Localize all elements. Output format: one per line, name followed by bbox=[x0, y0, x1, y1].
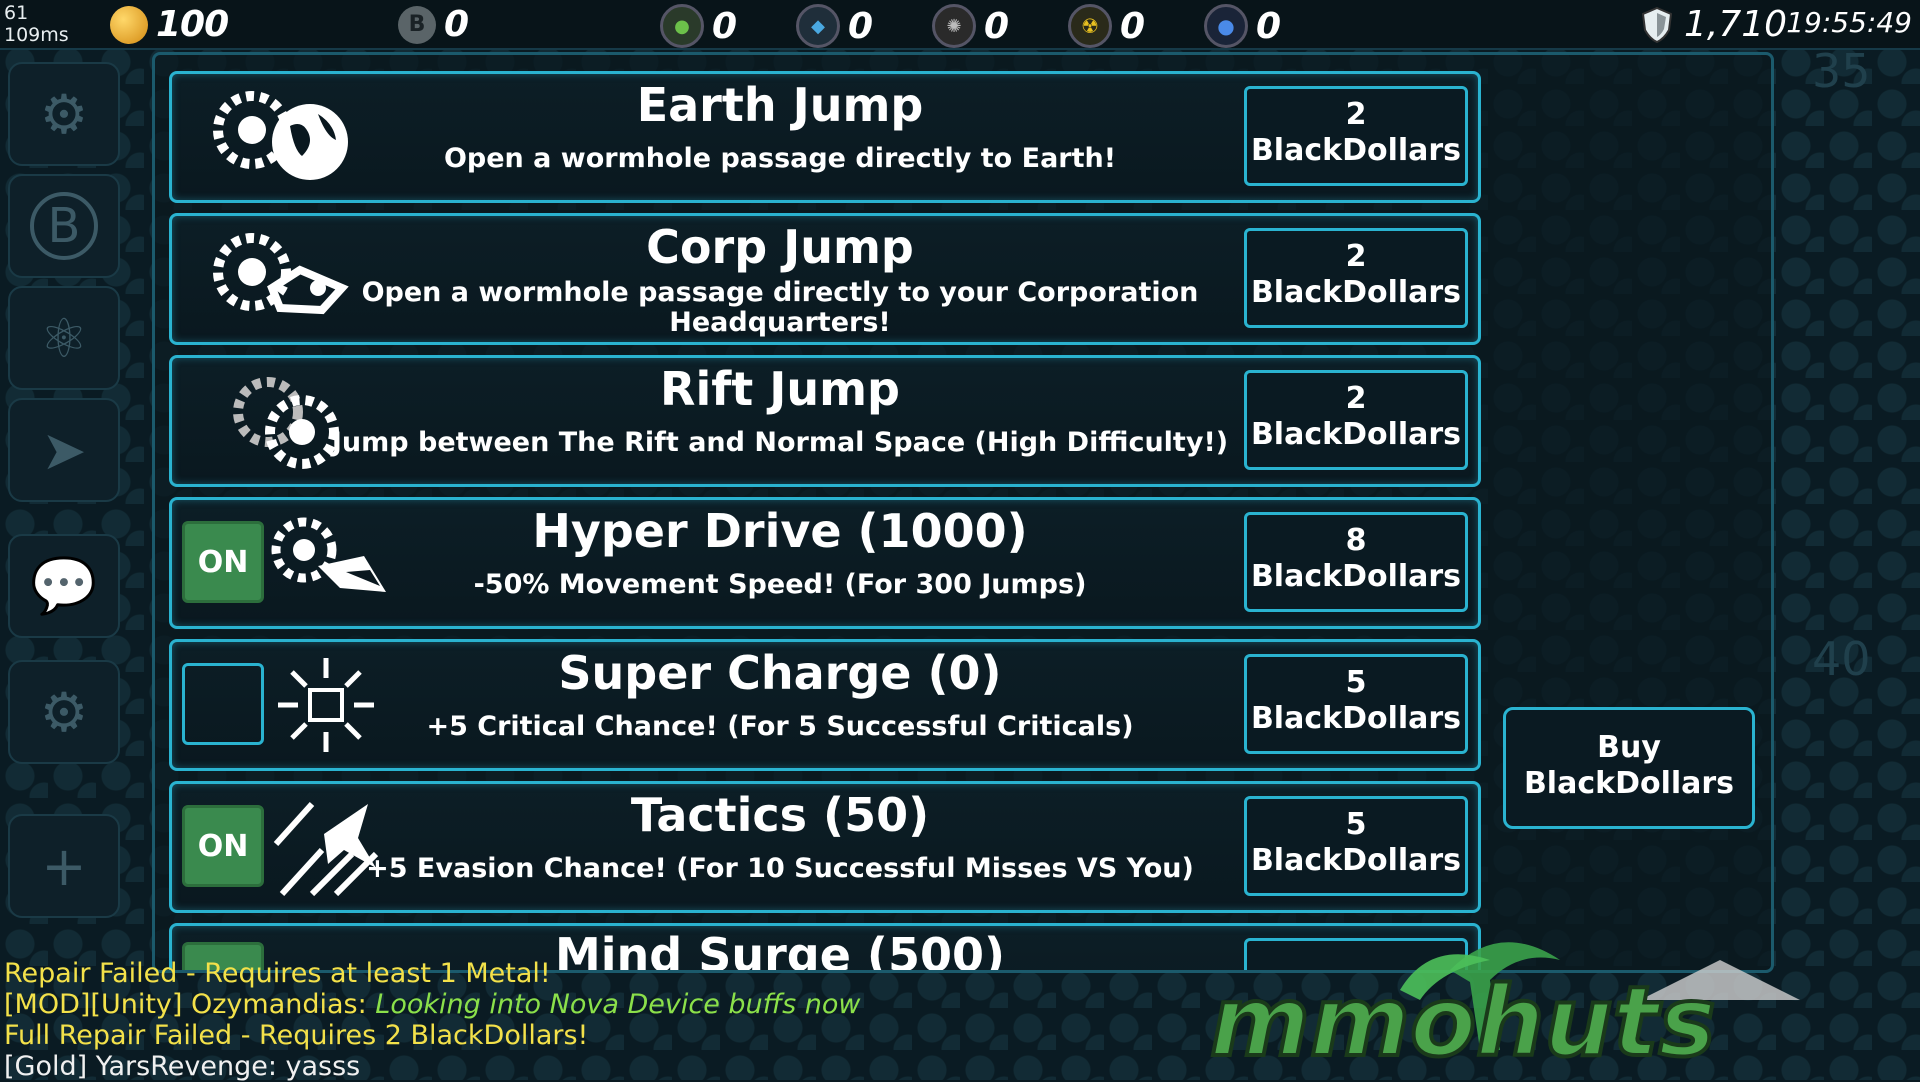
store-panel: Earth Jump Open a wormhole passage direc… bbox=[152, 52, 1774, 973]
price-amount: 2 bbox=[1345, 381, 1367, 416]
price-currency: BlackDollars bbox=[1250, 843, 1462, 878]
crystal-icon: ◆ bbox=[796, 4, 840, 48]
chat-button[interactable]: 💬 bbox=[8, 534, 120, 638]
item-description: Open a wormhole passage directly to Eart… bbox=[443, 143, 1117, 174]
metal-counter: ✺ 0 bbox=[932, 4, 1009, 48]
leaf-icon: ● bbox=[660, 4, 704, 48]
blackdollar-value: 0 bbox=[444, 4, 469, 45]
options-button[interactable]: ⚙ bbox=[8, 660, 120, 764]
chat-bubble-icon: 💬 bbox=[30, 554, 98, 617]
price-currency: BlackDollars bbox=[1250, 701, 1462, 736]
item-title: Hyper Drive (1000) bbox=[532, 504, 1028, 558]
item-description: +5 Critical Chance! (For 5 Successful Cr… bbox=[426, 711, 1134, 742]
buy-label: Buy bbox=[1597, 730, 1661, 765]
credits-counter: 100 bbox=[110, 4, 229, 45]
store-item-earth-jump[interactable]: Earth Jump Open a wormhole passage direc… bbox=[169, 71, 1481, 203]
store-item-hyper-drive[interactable]: ON Hyper Drive (1000) -50% Movement Spee… bbox=[169, 497, 1481, 629]
tactics-toggle[interactable]: ON bbox=[182, 805, 264, 887]
store-item-tactics[interactable]: ON Tactics (50) +5 Evasion Chance! (For … bbox=[169, 781, 1481, 913]
organic-value: 0 bbox=[712, 5, 737, 47]
store-item-super-charge[interactable]: Super Charge (0) +5 Critical Chance! (Fo… bbox=[169, 639, 1481, 771]
price-amount: 5 bbox=[1345, 807, 1367, 842]
gears-icon: ⚙ bbox=[39, 680, 89, 744]
gold-coin-icon bbox=[110, 5, 148, 44]
price-button[interactable]: 5 BlackDollars bbox=[1244, 654, 1468, 754]
price-button[interactable]: 2 BlackDollars bbox=[1244, 86, 1468, 186]
price-button[interactable]: 2 BlackDollars bbox=[1244, 370, 1468, 470]
fps-value: 61 bbox=[4, 2, 29, 24]
price-amount: 2 bbox=[1345, 97, 1367, 132]
shield-value: 1,710 bbox=[1684, 4, 1788, 45]
chat-log: Repair Failed - Requires at least 1 Meta… bbox=[4, 958, 904, 1082]
watermark-text: mmohuts bbox=[1210, 966, 1716, 1078]
item-title: Earth Jump bbox=[636, 78, 924, 132]
clock: 19:55:49 bbox=[1786, 6, 1912, 39]
gear-icon: ⚙ bbox=[39, 82, 89, 146]
top-hud-bar: 61 109ms 100 B 0 ● 0 ◆ 0 ✺ 0 ☢ 0 ● 0 1,7… bbox=[0, 0, 1920, 50]
organic-counter: ● 0 bbox=[660, 4, 737, 48]
item-title: Super Charge (0) bbox=[558, 646, 1002, 700]
ship-icon: ➤ bbox=[41, 418, 87, 482]
darkmatter-counter: ● 0 bbox=[1204, 4, 1281, 48]
item-description: -50% Movement Speed! (For 300 Jumps) bbox=[473, 569, 1087, 600]
ping-value: 109ms bbox=[4, 24, 69, 46]
super-charge-toggle[interactable] bbox=[182, 663, 264, 745]
metal-value: 0 bbox=[984, 5, 1009, 47]
research-button[interactable]: ⚛ bbox=[8, 286, 120, 390]
orb-icon: ● bbox=[1204, 4, 1248, 48]
darkmatter-value: 0 bbox=[1256, 5, 1281, 47]
blackdollar-counter: B 0 bbox=[398, 4, 469, 45]
price-button[interactable]: 8 BlackDollars bbox=[1244, 512, 1468, 612]
price-amount: 8 bbox=[1345, 523, 1367, 558]
crystal-counter: ◆ 0 bbox=[796, 4, 873, 48]
item-description: Jump between The Rift and Normal Space (… bbox=[331, 427, 1229, 458]
item-description: Open a wormhole passage directly to your… bbox=[361, 277, 1199, 338]
settings-gear-button[interactable]: ⚙ bbox=[8, 62, 120, 166]
atom-icon: ⚛ bbox=[39, 306, 89, 370]
left-menu: ⚙ B ⚛ ➤ 💬 ⚙ + bbox=[0, 50, 150, 970]
add-button[interactable]: + bbox=[8, 814, 120, 918]
blackdollar-menu-button[interactable]: B bbox=[8, 174, 120, 278]
gear-resource-icon: ✺ bbox=[932, 4, 976, 48]
item-title: Tactics (50) bbox=[630, 788, 930, 842]
shield-rating: 1,710 bbox=[1640, 4, 1787, 45]
item-title: Corp Jump bbox=[646, 220, 914, 274]
store-item-corp-jump[interactable]: Corp Jump Open a wormhole passage direct… bbox=[169, 213, 1481, 345]
price-currency: BlackDollars bbox=[1250, 275, 1462, 310]
chat-line: Repair Failed - Requires at least 1 Meta… bbox=[4, 958, 551, 989]
buy-currency-label: BlackDollars bbox=[1523, 766, 1735, 801]
shield-icon bbox=[1641, 6, 1673, 43]
chat-speaker: [MOD][Unity] Ozymandias: bbox=[4, 989, 376, 1020]
item-description: +5 Evasion Chance! (For 10 Successful Mi… bbox=[366, 853, 1194, 884]
blackdollar-coin-icon: B bbox=[398, 5, 436, 44]
bg-grid-number: 40 bbox=[1812, 632, 1871, 686]
chat-line: [Gold] YarsRevenge: yasss bbox=[4, 1051, 361, 1082]
item-title: Rift Jump bbox=[660, 362, 900, 416]
price-button[interactable]: 5 BlackDollars bbox=[1244, 796, 1468, 896]
crystal-value: 0 bbox=[848, 5, 873, 47]
chat-line: Full Repair Failed - Requires 2 BlackDol… bbox=[4, 1020, 589, 1051]
bg-grid-number: 35 bbox=[1812, 44, 1871, 98]
plus-icon: + bbox=[41, 834, 87, 898]
radioactive-icon: ☢ bbox=[1068, 4, 1112, 48]
price-button[interactable]: 2 BlackDollars bbox=[1244, 228, 1468, 328]
buy-blackdollars-button[interactable]: Buy BlackDollars bbox=[1503, 707, 1755, 829]
chat-line: [MOD][Unity] Ozymandias: Looking into No… bbox=[4, 989, 904, 1020]
price-currency: BlackDollars bbox=[1250, 559, 1462, 594]
mmohuts-watermark-logo: mmohuts bbox=[1208, 942, 1800, 1080]
radioactive-counter: ☢ 0 bbox=[1068, 4, 1145, 48]
price-currency: BlackDollars bbox=[1250, 133, 1462, 168]
blackdollar-icon: B bbox=[30, 192, 98, 260]
price-currency: BlackDollars bbox=[1250, 417, 1462, 452]
chat-message: Looking into Nova Device buffs now bbox=[375, 989, 861, 1020]
fps-readout: 61 109ms bbox=[4, 2, 69, 46]
radioactive-value: 0 bbox=[1120, 5, 1145, 47]
price-amount: 2 bbox=[1345, 239, 1367, 274]
hyper-drive-toggle[interactable]: ON bbox=[182, 521, 264, 603]
credits-value: 100 bbox=[156, 4, 229, 45]
price-amount: 5 bbox=[1345, 665, 1367, 700]
store-item-rift-jump[interactable]: Rift Jump Jump between The Rift and Norm… bbox=[169, 355, 1481, 487]
ship-button[interactable]: ➤ bbox=[8, 398, 120, 502]
